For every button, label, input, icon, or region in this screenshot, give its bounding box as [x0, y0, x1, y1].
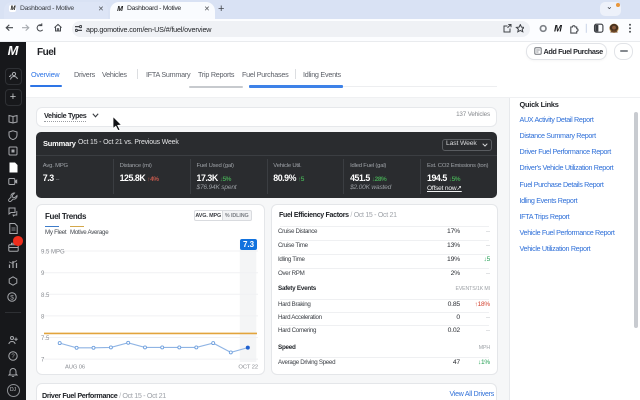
svg-text:8.5: 8.5: [41, 293, 50, 299]
svg-text:9: 9: [41, 271, 45, 277]
svg-text:$: $: [10, 294, 14, 301]
svg-text:7: 7: [41, 358, 45, 364]
svg-text:AUG 06: AUG 06: [65, 365, 85, 371]
svg-text:M: M: [554, 24, 563, 35]
svg-text:7.5: 7.5: [41, 336, 50, 342]
svg-text:9.5 MPG: 9.5 MPG: [41, 250, 65, 256]
svg-text:8: 8: [41, 314, 45, 320]
svg-text:OCT 22: OCT 22: [238, 365, 258, 371]
